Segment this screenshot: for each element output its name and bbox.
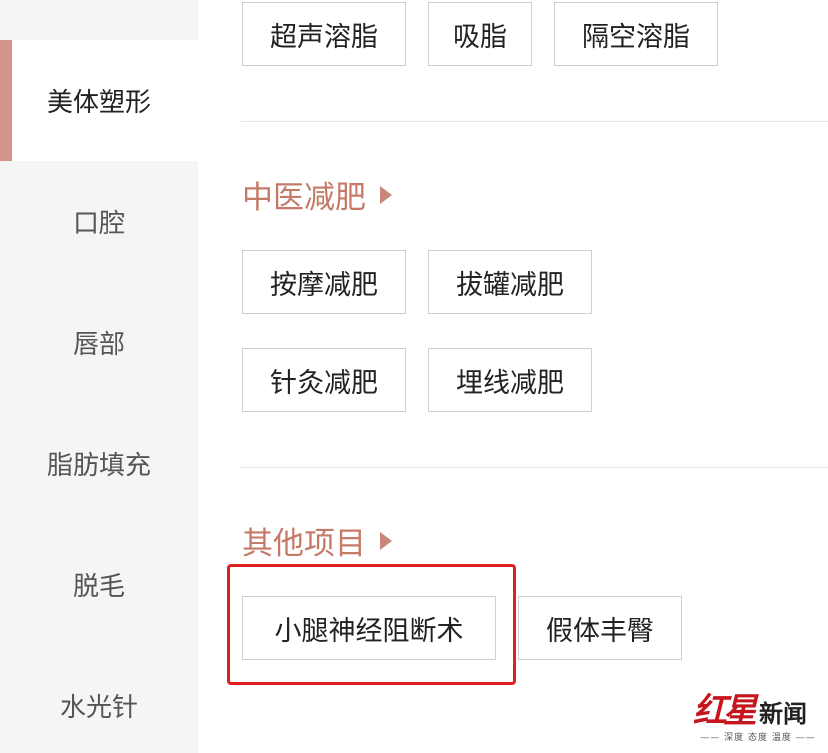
watermark-logo-star: 星 bbox=[723, 691, 757, 731]
tag-label: 埋线减肥 bbox=[456, 367, 564, 399]
sidebar-item-label: 唇部 bbox=[72, 330, 125, 360]
section-divider bbox=[241, 121, 828, 122]
tag-label: 拔罐减肥 bbox=[456, 269, 564, 301]
sidebar-item-label: 脱毛 bbox=[72, 572, 125, 602]
watermark-slogan: —— 深度 态度 温度 —— bbox=[700, 733, 816, 743]
tag-label: 隔空溶脂 bbox=[582, 21, 690, 53]
section-title-other[interactable]: 其他项目 bbox=[242, 518, 392, 563]
tag-label: 按摩减肥 bbox=[270, 269, 378, 301]
tag-label: 小腿神经阻断术 bbox=[274, 615, 464, 647]
tag-acupuncture-weight-loss[interactable]: 针灸减肥 bbox=[242, 348, 406, 412]
tag-remote-lipolysis[interactable]: 隔空溶脂 bbox=[554, 2, 718, 66]
sidebar-item-label: 水光针 bbox=[59, 693, 138, 723]
sidebar-item-label: 脂肪填充 bbox=[46, 451, 151, 481]
page-root: 美体塑形 口腔 唇部 脂肪填充 脱毛 水光针 超声溶脂 吸脂 隔空溶脂 中医减肥… bbox=[0, 0, 828, 753]
triangle-right-icon bbox=[380, 185, 392, 204]
red-star-news-watermark: 红 星 新闻 —— 深度 态度 温度 —— bbox=[693, 684, 823, 744]
triangle-right-icon bbox=[380, 531, 392, 550]
sidebar-item-label: 美体塑形 bbox=[46, 88, 151, 118]
tag-label: 针灸减肥 bbox=[270, 367, 378, 399]
sidebar-item-label: 口腔 bbox=[72, 209, 125, 239]
sidebar-item-hydra-needle[interactable]: 水光针 bbox=[0, 645, 198, 753]
section-title-tcm[interactable]: 中医减肥 bbox=[242, 172, 392, 217]
sidebar-item-oral[interactable]: 口腔 bbox=[0, 161, 198, 282]
section-divider bbox=[241, 467, 828, 468]
category-sidebar: 美体塑形 口腔 唇部 脂肪填充 脱毛 水光针 bbox=[0, 0, 198, 753]
sidebar-item-fat-filling[interactable]: 脂肪填充 bbox=[0, 403, 198, 524]
section-title-text: 其他项目 bbox=[242, 526, 366, 562]
watermark-logo-news: 新闻 bbox=[759, 699, 807, 728]
tag-label: 假体丰臀 bbox=[546, 615, 654, 647]
sidebar-item-body-shaping[interactable]: 美体塑形 bbox=[0, 40, 198, 161]
watermark-logo-char: 红 bbox=[693, 691, 727, 731]
tag-label: 超声溶脂 bbox=[270, 21, 378, 53]
watermark-logo: 红 星 新闻 bbox=[693, 684, 823, 728]
tag-label: 吸脂 bbox=[453, 21, 507, 53]
tag-cupping-weight-loss[interactable]: 拔罐减肥 bbox=[428, 250, 592, 314]
section-title-text: 中医减肥 bbox=[242, 180, 366, 216]
sidebar-item-lips[interactable]: 唇部 bbox=[0, 282, 198, 403]
tag-ultrasonic-lipolysis[interactable]: 超声溶脂 bbox=[242, 2, 406, 66]
tag-thread-embedding-weight-loss[interactable]: 埋线减肥 bbox=[428, 348, 592, 412]
tag-liposuction[interactable]: 吸脂 bbox=[428, 2, 532, 66]
tag-massage-weight-loss[interactable]: 按摩减肥 bbox=[242, 250, 406, 314]
tag-calf-nerve-block[interactable]: 小腿神经阻断术 bbox=[242, 596, 496, 660]
tag-buttock-implant[interactable]: 假体丰臀 bbox=[518, 596, 682, 660]
sidebar-item-hair-removal[interactable]: 脱毛 bbox=[0, 524, 198, 645]
